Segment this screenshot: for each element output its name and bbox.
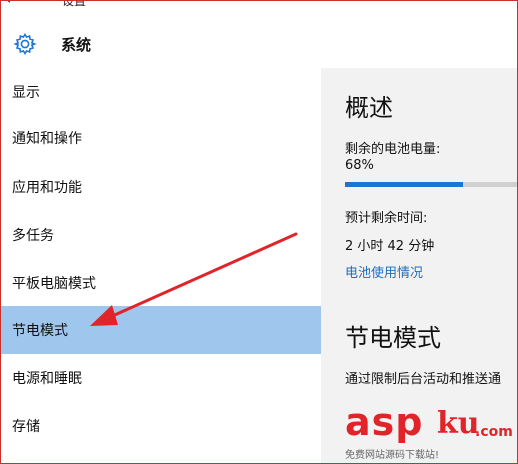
sidebar-item-notifications[interactable]: 通知和操作: [0, 114, 321, 162]
remaining-time-label: 预计剩余时间:: [345, 211, 428, 226]
watermark-brand-com: .com: [475, 424, 513, 440]
remaining-time-value: 2 小时 42 分钟: [345, 239, 435, 254]
sidebar-item-label: 电源和睡眠: [12, 371, 82, 387]
sidebar-item-storage[interactable]: 存储: [0, 402, 321, 450]
sidebar-item-battery-saver[interactable]: 节电模式: [0, 306, 321, 354]
battery-usage-link[interactable]: 电池使用情况: [345, 262, 423, 281]
sidebar-item-label: 平板电脑模式: [12, 276, 96, 292]
sidebar: 显示 通知和操作 应用和功能 多任务 平板电脑模式 节电模式 电源和睡眠 存储: [0, 68, 321, 464]
sidebar-item-apps[interactable]: 应用和功能: [0, 163, 321, 211]
watermark-brand-asp: asp: [345, 400, 424, 444]
back-arrow-icon[interactable]: ←: [6, 0, 18, 8]
page-title: 系统: [61, 36, 92, 54]
sidebar-item-tablet-mode[interactable]: 平板电脑模式: [0, 259, 321, 307]
battery-saver-description: 通过限制后台活动和推送通: [345, 372, 502, 387]
sidebar-item-label: 显示: [12, 85, 40, 101]
sidebar-item-label: 多任务: [12, 228, 54, 244]
overview-heading: 概述: [345, 94, 393, 122]
watermark-subtitle: 免费网站源码下载站!: [345, 450, 440, 461]
battery-progress-bar: [345, 182, 518, 187]
battery-progress-fill: [345, 182, 463, 187]
gear-icon: [13, 32, 37, 56]
sidebar-item-label: 节电模式: [12, 323, 68, 339]
title-bar: ← 设置 系统: [0, 0, 518, 68]
sidebar-item-label: 通知和操作: [12, 131, 82, 147]
battery-saver-heading: 节电模式: [345, 324, 441, 352]
watermark: asp ku .com 免费网站源码下载站!: [345, 400, 515, 461]
window-title: 设置: [62, 0, 87, 8]
sidebar-item-multitasking[interactable]: 多任务: [0, 211, 321, 259]
sidebar-item-display[interactable]: 显示: [0, 68, 321, 116]
sidebar-item-label: 应用和功能: [12, 180, 82, 196]
watermark-brand-ku: ku: [437, 406, 480, 441]
battery-level-label: 剩余的电池电量:: [345, 142, 441, 157]
sidebar-item-label: 存储: [12, 419, 40, 435]
battery-level-value: 68%: [345, 158, 374, 173]
sidebar-item-power-sleep[interactable]: 电源和睡眠: [0, 354, 321, 402]
